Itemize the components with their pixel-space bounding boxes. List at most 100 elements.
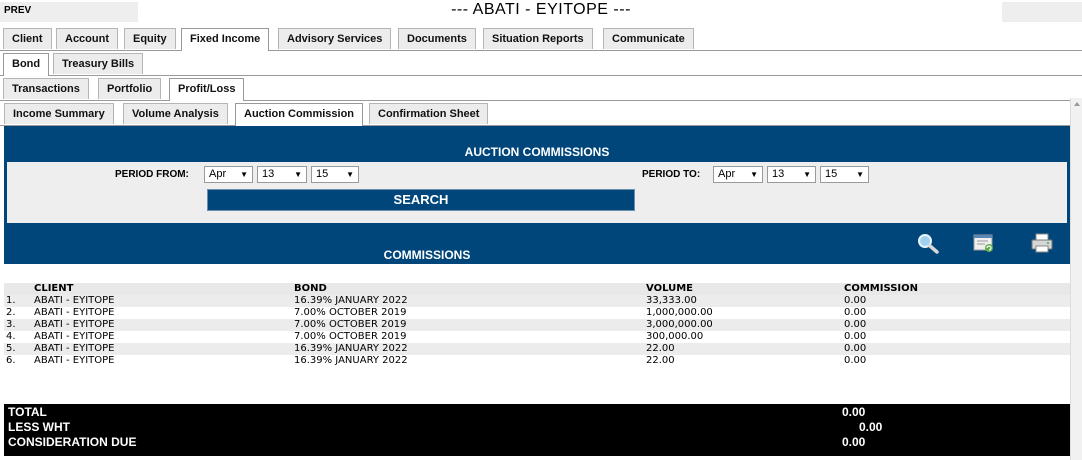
search-button[interactable]: SEARCH (207, 189, 635, 211)
from-year-select[interactable]: 15 ▼ (311, 166, 359, 183)
to-month-select[interactable]: Apr ▼ (713, 166, 763, 183)
tab-income-summary[interactable]: Income Summary (4, 103, 114, 124)
row-client: ABATI - EYITOPE (34, 307, 115, 318)
table-row: 1. ABATI - EYITOPE 16.39% JANUARY 2022 33,3… (4, 295, 1070, 307)
row-commission: 0.00 (844, 343, 867, 354)
column-bond: BOND (294, 283, 327, 294)
row-number: 4. (6, 331, 16, 342)
to-day-value: 13 (772, 168, 785, 180)
search-icon[interactable] (916, 232, 940, 254)
table-row: 3. ABATI - EYITOPE 7.00% OCTOBER 2019 3,000… (4, 319, 1070, 331)
main-tabs: Client Account Equity Fixed Income Advis… (0, 26, 1082, 51)
tab-transactions[interactable]: Transactions (3, 78, 89, 99)
chevron-down-icon: ▼ (856, 170, 864, 179)
total-value: 0.00 (842, 405, 866, 419)
row-bond: 7.00% OCTOBER 2019 (294, 307, 407, 318)
tab-client[interactable]: Client (3, 28, 52, 49)
table-row: 4. ABATI - EYITOPE 7.00% OCTOBER 2019 300,0… (4, 331, 1070, 343)
row-commission: 0.00 (844, 307, 867, 318)
row-commission: 0.00 (844, 331, 867, 342)
from-month-value: Apr (209, 168, 227, 180)
row-commission: 0.00 (844, 295, 867, 306)
to-year-select[interactable]: 15 ▼ (820, 166, 869, 183)
totals-panel: TOTAL 0.00 LESS WHT 0.00 CONSIDERATION D… (4, 404, 1070, 456)
period-to-label: PERIOD TO: (642, 169, 701, 180)
row-client: ABATI - EYITOPE (34, 331, 115, 342)
row-bond: 7.00% OCTOBER 2019 (294, 319, 407, 330)
table-row: 5. ABATI - EYITOPE 16.39% JANUARY 2022 22.0… (4, 343, 1070, 355)
bond-tabs: Transactions Portfolio Profit/Loss (0, 76, 1082, 101)
top-bar: PREV --- ABATI - EYITOPE --- (0, 0, 1082, 24)
period-filter: PERIOD FROM: Apr ▼ 13 ▼ 15 ▼ PERIOD TO: Apr… (4, 162, 1070, 226)
row-number: 6. (6, 355, 16, 366)
period-from-label: PERIOD FROM: (115, 169, 189, 180)
from-day-select[interactable]: 13 ▼ (257, 166, 307, 183)
tab-confirmation-sheet[interactable]: Confirmation Sheet (369, 103, 489, 124)
chevron-down-icon: ▼ (750, 170, 758, 179)
commissions-table: CLIENT BOND VOLUME COMMISSION 1. ABATI - … (4, 283, 1070, 367)
row-client: ABATI - EYITOPE (34, 343, 115, 354)
table-row: 2. ABATI - EYITOPE 7.00% OCTOBER 2019 1,000… (4, 307, 1070, 319)
row-number: 2. (6, 307, 16, 318)
row-client: ABATI - EYITOPE (34, 319, 115, 330)
chevron-down-icon: ▼ (803, 170, 811, 179)
chevron-down-icon: ▼ (346, 170, 354, 179)
less-wht-value: 0.00 (859, 420, 883, 434)
tab-volume-analysis[interactable]: Volume Analysis (123, 103, 228, 124)
row-bond: 16.39% JANUARY 2022 (294, 343, 408, 354)
tab-equity[interactable]: Equity (124, 28, 176, 49)
vertical-scrollbar[interactable] (1070, 98, 1082, 460)
row-volume: 1,000,000.00 (646, 307, 713, 318)
row-bond: 16.39% JANUARY 2022 (294, 295, 408, 306)
row-volume: 22.00 (646, 343, 675, 354)
tab-advisory-services[interactable]: Advisory Services (278, 28, 392, 49)
tab-situation-reports[interactable]: Situation Reports (483, 28, 593, 49)
tab-bond[interactable]: Bond (3, 53, 50, 76)
column-client: CLIENT (34, 283, 74, 294)
row-client: ABATI - EYITOPE (34, 355, 115, 366)
row-volume: 300,000.00 (646, 331, 704, 342)
consideration-due-value: 0.00 (842, 435, 866, 449)
chevron-down-icon: ▼ (240, 170, 248, 179)
tab-treasury-bills[interactable]: Treasury Bills (53, 53, 144, 74)
to-month-value: Apr (718, 168, 736, 180)
column-commission: COMMISSION (844, 283, 919, 294)
row-volume: 3,000,000.00 (646, 319, 713, 330)
tab-communicate[interactable]: Communicate (603, 28, 694, 49)
print-icon[interactable] (1030, 232, 1054, 254)
table-header: CLIENT BOND VOLUME COMMISSION (4, 283, 1070, 295)
profit-loss-tabs: Income Summary Volume Analysis Auction C… (0, 101, 1082, 126)
commissions-title: COMMISSIONS (383, 248, 471, 262)
tab-auction-commission[interactable]: Auction Commission (235, 103, 364, 126)
tab-portfolio[interactable]: Portfolio (98, 78, 162, 99)
row-volume: 22.00 (646, 355, 675, 366)
auction-commissions-title: AUCTION COMMISSIONS (4, 126, 1070, 162)
row-bond: 7.00% OCTOBER 2019 (294, 331, 407, 342)
to-year-value: 15 (825, 168, 838, 180)
consideration-due-label: CONSIDERATION DUE (8, 435, 137, 449)
total-label: TOTAL (8, 405, 47, 419)
row-commission: 0.00 (844, 319, 867, 330)
from-month-select[interactable]: Apr ▼ (204, 166, 253, 183)
row-number: 5. (6, 343, 16, 354)
tab-documents[interactable]: Documents (398, 28, 476, 49)
row-bond: 16.39% JANUARY 2022 (294, 355, 408, 366)
tab-account[interactable]: Account (56, 28, 118, 49)
client-title: --- ABATI - EYITOPE --- (451, 1, 631, 18)
tab-fixed-income[interactable]: Fixed Income (181, 28, 270, 51)
scroll-up-icon[interactable] (1074, 102, 1080, 106)
less-wht-label: LESS WHT (8, 420, 70, 434)
column-volume: VOLUME (646, 283, 693, 294)
row-volume: 33,333.00 (646, 295, 697, 306)
fixed-income-tabs: Bond Treasury Bills (0, 51, 1082, 76)
from-day-value: 13 (262, 168, 275, 180)
to-day-select[interactable]: 13 ▼ (767, 166, 816, 183)
row-number: 1. (6, 295, 16, 306)
next-button[interactable] (1002, 2, 1082, 22)
commissions-header: COMMISSIONS (4, 226, 1070, 264)
export-icon[interactable] (972, 232, 996, 254)
tab-profit-loss[interactable]: Profit/Loss (169, 78, 245, 101)
table-row: 6. ABATI - EYITOPE 16.39% JANUARY 2022 22.0… (4, 355, 1070, 367)
from-year-value: 15 (316, 168, 329, 180)
chevron-down-icon: ▼ (294, 170, 302, 179)
